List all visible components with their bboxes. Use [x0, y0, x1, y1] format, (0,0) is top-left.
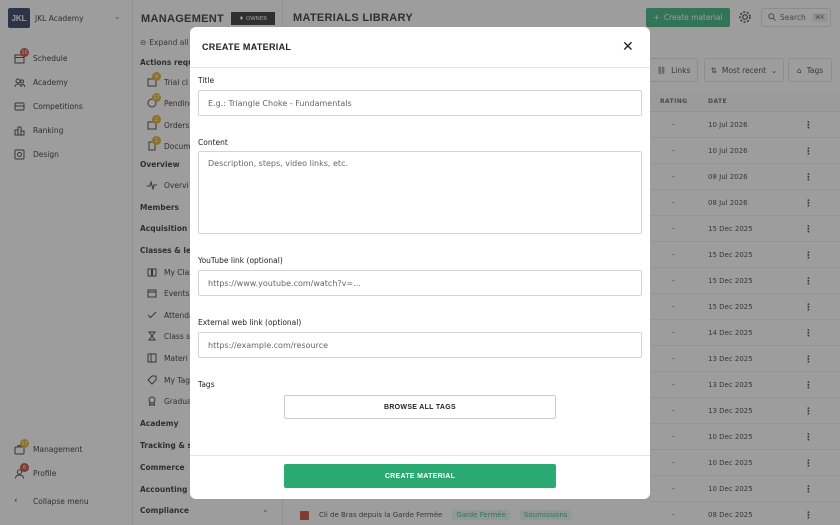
web-link-input[interactable]: [198, 332, 642, 358]
tags-label: Tags: [198, 380, 215, 389]
title-input[interactable]: [198, 90, 642, 116]
youtube-input[interactable]: [198, 270, 642, 296]
content-label: Content: [198, 138, 228, 147]
youtube-label: YouTube link (optional): [198, 256, 283, 265]
web-link-label: External web link (optional): [198, 318, 302, 327]
create-material-submit-button[interactable]: CREATE MATERIAL: [284, 464, 556, 488]
modal-divider: [190, 455, 650, 456]
modal-divider: [190, 67, 650, 68]
title-label: Title: [198, 76, 215, 85]
content-textarea[interactable]: [198, 151, 642, 234]
modal-title: CREATE MATERIAL: [202, 42, 292, 52]
close-icon[interactable]: ✕: [622, 39, 634, 55]
create-material-modal: CREATE MATERIAL ✕ Title Content YouTube …: [190, 27, 650, 499]
browse-tags-button[interactable]: BROWSE ALL TAGS: [284, 395, 556, 419]
